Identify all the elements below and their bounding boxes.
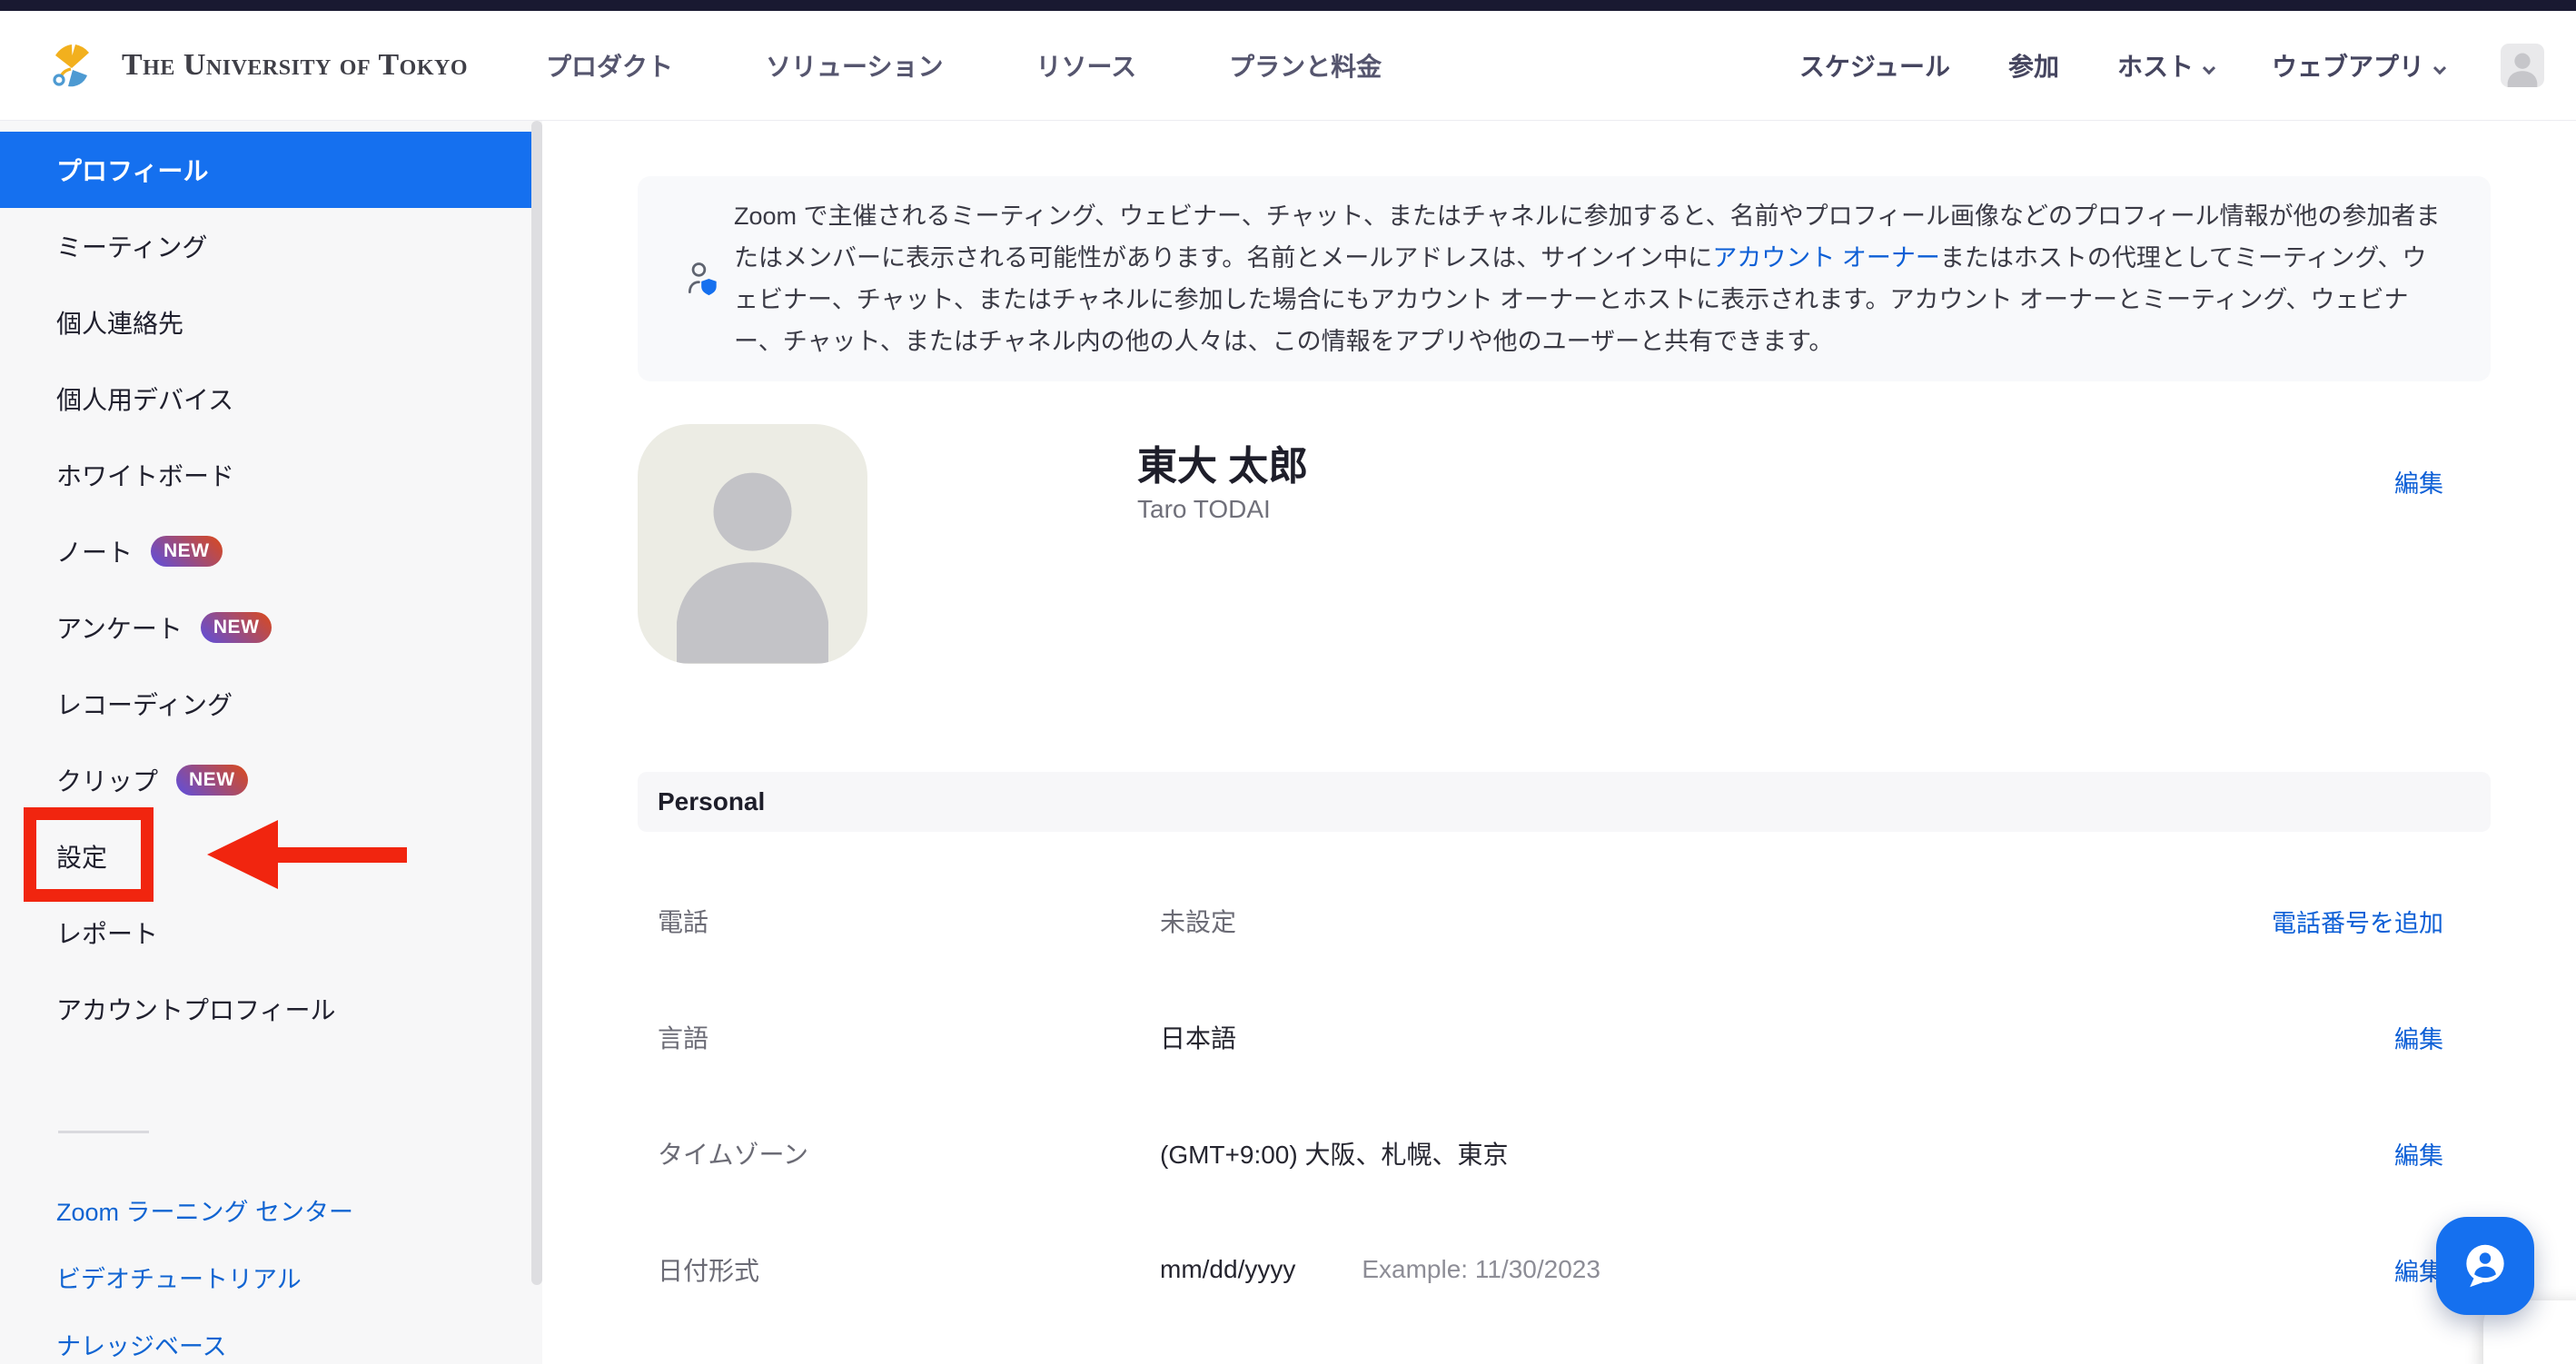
utokyo-ginkgo-emblem-icon	[45, 38, 100, 93]
nav-web-app-menu[interactable]: ウェブアプリ	[2272, 47, 2444, 84]
sidebar: プロフィール ミーティング 個人連絡先 個人用デバイス ホワイトボード ノートN…	[0, 121, 542, 1364]
browser-top-strip	[0, 0, 2576, 11]
university-of-tokyo-logo[interactable]: The University of Tokyo	[45, 38, 468, 93]
language-row: 言語 日本語 編集	[638, 979, 2491, 1095]
sidebar-item-personal-contacts[interactable]: 個人連絡先	[0, 284, 531, 361]
sidebar-menu: プロフィール ミーティング 個人連絡先 個人用デバイス ホワイトボード ノートN…	[0, 132, 531, 1047]
profile-romanized-name: Taro TODAI	[1137, 495, 1271, 524]
link-knowledge-base[interactable]: ナレッジベース	[0, 1310, 531, 1364]
sidebar-footer-links: Zoom ラーニング センター ビデオチュートリアル ナレッジベース	[0, 1176, 531, 1364]
sidebar-item-meetings[interactable]: ミーティング	[0, 208, 531, 284]
person-shield-privacy-icon	[683, 259, 723, 299]
new-badge: NEW	[151, 536, 223, 567]
row-label: 日付形式	[658, 1251, 1160, 1288]
date-format-row: 日付形式 mm/dd/yyyy Example: 11/30/2023 編集	[638, 1211, 2491, 1328]
marketing-nav: プロダクト ソリューション リソース プランと料金	[546, 47, 1382, 84]
sidebar-item-recordings[interactable]: レコーディング	[0, 666, 531, 742]
sidebar-item-profile[interactable]: プロフィール	[0, 132, 531, 208]
row-label: 電話	[658, 903, 1160, 939]
privacy-notice: Zoom で主催されるミーティング、ウェビナー、チャット、またはチャネルに参加す…	[638, 176, 2491, 381]
zoom-web-portal-profile-page: The University of Tokyo プロダクト ソリューション リソ…	[0, 0, 2576, 1364]
row-label: タイムゾーン	[658, 1135, 1160, 1171]
nav-products[interactable]: プロダクト	[546, 47, 673, 84]
annotation-red-arrow	[277, 847, 407, 863]
sidebar-item-clips[interactable]: クリップNEW	[0, 742, 531, 818]
row-value: (GMT+9:00) 大阪、札幌、東京	[1160, 1135, 1508, 1171]
new-badge: NEW	[176, 765, 248, 796]
logo-wordmark: The University of Tokyo	[122, 48, 468, 83]
main-content: Zoom で主催されるミーティング、ウェビナー、チャット、またはチャネルに参加す…	[542, 121, 2576, 1364]
sidebar-scrollbar[interactable]	[531, 121, 542, 1285]
person-silhouette-icon	[2501, 44, 2544, 87]
row-value: 日本語	[1160, 1019, 1236, 1055]
timezone-row: タイムゾーン (GMT+9:00) 大阪、札幌、東京 編集	[638, 1095, 2491, 1211]
row-label: 言語	[658, 1019, 1160, 1055]
row-value: 未設定	[1160, 903, 1236, 939]
edit-language-link[interactable]: 編集	[2394, 1020, 2443, 1055]
new-badge: NEW	[201, 612, 272, 643]
nav-resources[interactable]: リソース	[1035, 47, 1136, 84]
chat-person-icon	[2457, 1238, 2513, 1294]
sidebar-item-personal-devices[interactable]: 個人用デバイス	[0, 361, 531, 437]
sidebar-item-reports[interactable]: レポート	[0, 895, 531, 971]
date-format-example: Example: 11/30/2023	[1362, 1255, 1600, 1284]
link-video-tutorials[interactable]: ビデオチュートリアル	[0, 1243, 531, 1310]
account-nav: スケジュール 参加 ホスト ウェブアプリ	[1799, 47, 2444, 84]
profile-avatar[interactable]	[638, 424, 867, 664]
chevron-down-icon	[2203, 62, 2215, 74]
nav-join[interactable]: 参加	[2008, 47, 2059, 84]
link-zoom-learning-center[interactable]: Zoom ラーニング センター	[0, 1176, 531, 1243]
row-value: mm/dd/yyyy	[1160, 1255, 1295, 1284]
add-phone-number-link[interactable]: 電話番号を追加	[2272, 904, 2443, 939]
phone-row: 電話 未設定 電話番号を追加	[638, 863, 2491, 979]
sidebar-item-account-profile[interactable]: アカウントプロフィール	[0, 971, 531, 1047]
sidebar-divider	[58, 1131, 149, 1133]
chevron-down-icon	[2433, 62, 2446, 74]
nav-plans-pricing[interactable]: プランと料金	[1229, 47, 1382, 84]
sidebar-item-notes[interactable]: ノートNEW	[0, 513, 531, 589]
nav-solutions[interactable]: ソリューション	[766, 47, 943, 84]
support-chat-button[interactable]	[2436, 1217, 2534, 1315]
edit-profile-link[interactable]: 編集	[2394, 464, 2443, 499]
privacy-notice-text: Zoom で主催されるミーティング、ウェビナー、チャット、またはチャネルに参加す…	[734, 195, 2442, 362]
sidebar-item-surveys[interactable]: アンケートNEW	[0, 589, 531, 666]
account-owner-link[interactable]: アカウント オーナー	[1712, 244, 1940, 272]
nav-schedule[interactable]: スケジュール	[1799, 47, 1950, 84]
sidebar-item-whiteboard[interactable]: ホワイトボード	[0, 437, 531, 513]
nav-host-menu[interactable]: ホスト	[2117, 47, 2214, 84]
personal-rows: 電話 未設定 電話番号を追加 言語 日本語 編集 タイムゾーン (GMT+9:0…	[638, 863, 2491, 1328]
top-navigation-bar: The University of Tokyo プロダクト ソリューション リソ…	[0, 11, 2576, 121]
edit-timezone-link[interactable]: 編集	[2394, 1136, 2443, 1171]
annotation-red-arrow-head	[207, 820, 278, 889]
profile-display-name: 東大 太郎	[1137, 433, 1308, 491]
personal-section-header: Personal	[638, 772, 2491, 832]
account-avatar[interactable]	[2501, 44, 2544, 87]
person-silhouette-icon	[638, 424, 867, 664]
